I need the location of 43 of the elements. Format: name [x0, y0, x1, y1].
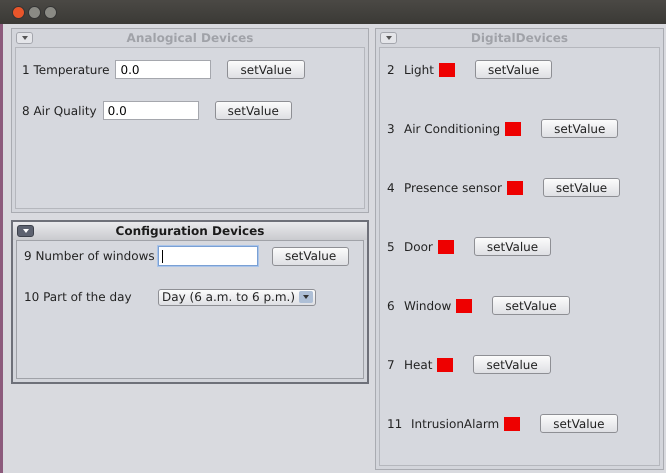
set-value-button[interactable]: setValue — [492, 296, 570, 315]
device-number: 5 — [387, 238, 396, 256]
set-value-button[interactable]: setValue — [473, 355, 551, 374]
device-label: Window — [404, 298, 452, 314]
collapse-button[interactable] — [16, 32, 33, 44]
device-number: 4 — [387, 180, 396, 196]
set-value-button[interactable]: setValue — [474, 60, 552, 79]
set-value-button[interactable]: setValue — [540, 414, 618, 433]
device-label: Presence sensor — [404, 180, 502, 196]
set-value-button[interactable]: setValue — [542, 178, 620, 197]
value-field[interactable]: 0.0 — [102, 101, 199, 120]
caret-icon — [22, 36, 28, 40]
part-of-day-dropdown[interactable]: Day (6 a.m. to 6 p.m.) — [158, 288, 316, 306]
collapse-button[interactable] — [17, 225, 34, 237]
device-number: 7 — [387, 356, 396, 374]
device-number: 6 — [387, 298, 396, 314]
device-label: Light — [404, 62, 434, 78]
device-label: 10 Part of the day — [24, 289, 133, 306]
set-value-button[interactable]: setValue — [214, 101, 292, 120]
value-field[interactable]: 0.0 — [115, 60, 212, 79]
set-value-button[interactable]: setValue — [541, 119, 618, 138]
set-value-button[interactable]: setValue — [474, 237, 552, 256]
device-number: 2 — [387, 62, 396, 78]
set-value-button[interactable]: setValue — [227, 60, 305, 79]
device-label: 8 Air Quality — [22, 102, 97, 120]
set-value-button[interactable]: setValue — [272, 246, 350, 266]
text-cursor — [162, 250, 163, 262]
panel-title: Configuration Devices — [114, 223, 266, 240]
caret-icon — [22, 229, 28, 233]
device-label: 1 Temperature — [22, 62, 110, 78]
minimize-button[interactable] — [28, 6, 41, 18]
device-label: Door — [404, 238, 433, 256]
device-label: Air Conditioning — [404, 120, 500, 138]
device-label: IntrusionAlarm — [411, 416, 500, 432]
device-number: 3 — [387, 120, 396, 138]
device-label: 9 Number of windows — [24, 248, 152, 265]
device-number: 11 — [387, 416, 404, 432]
close-button[interactable] — [12, 6, 25, 18]
device-label: Heat — [404, 356, 432, 374]
collapse-button[interactable] — [380, 32, 397, 44]
caret-icon — [386, 36, 392, 40]
value-field[interactable] — [158, 246, 258, 266]
maximize-button[interactable] — [44, 6, 57, 18]
